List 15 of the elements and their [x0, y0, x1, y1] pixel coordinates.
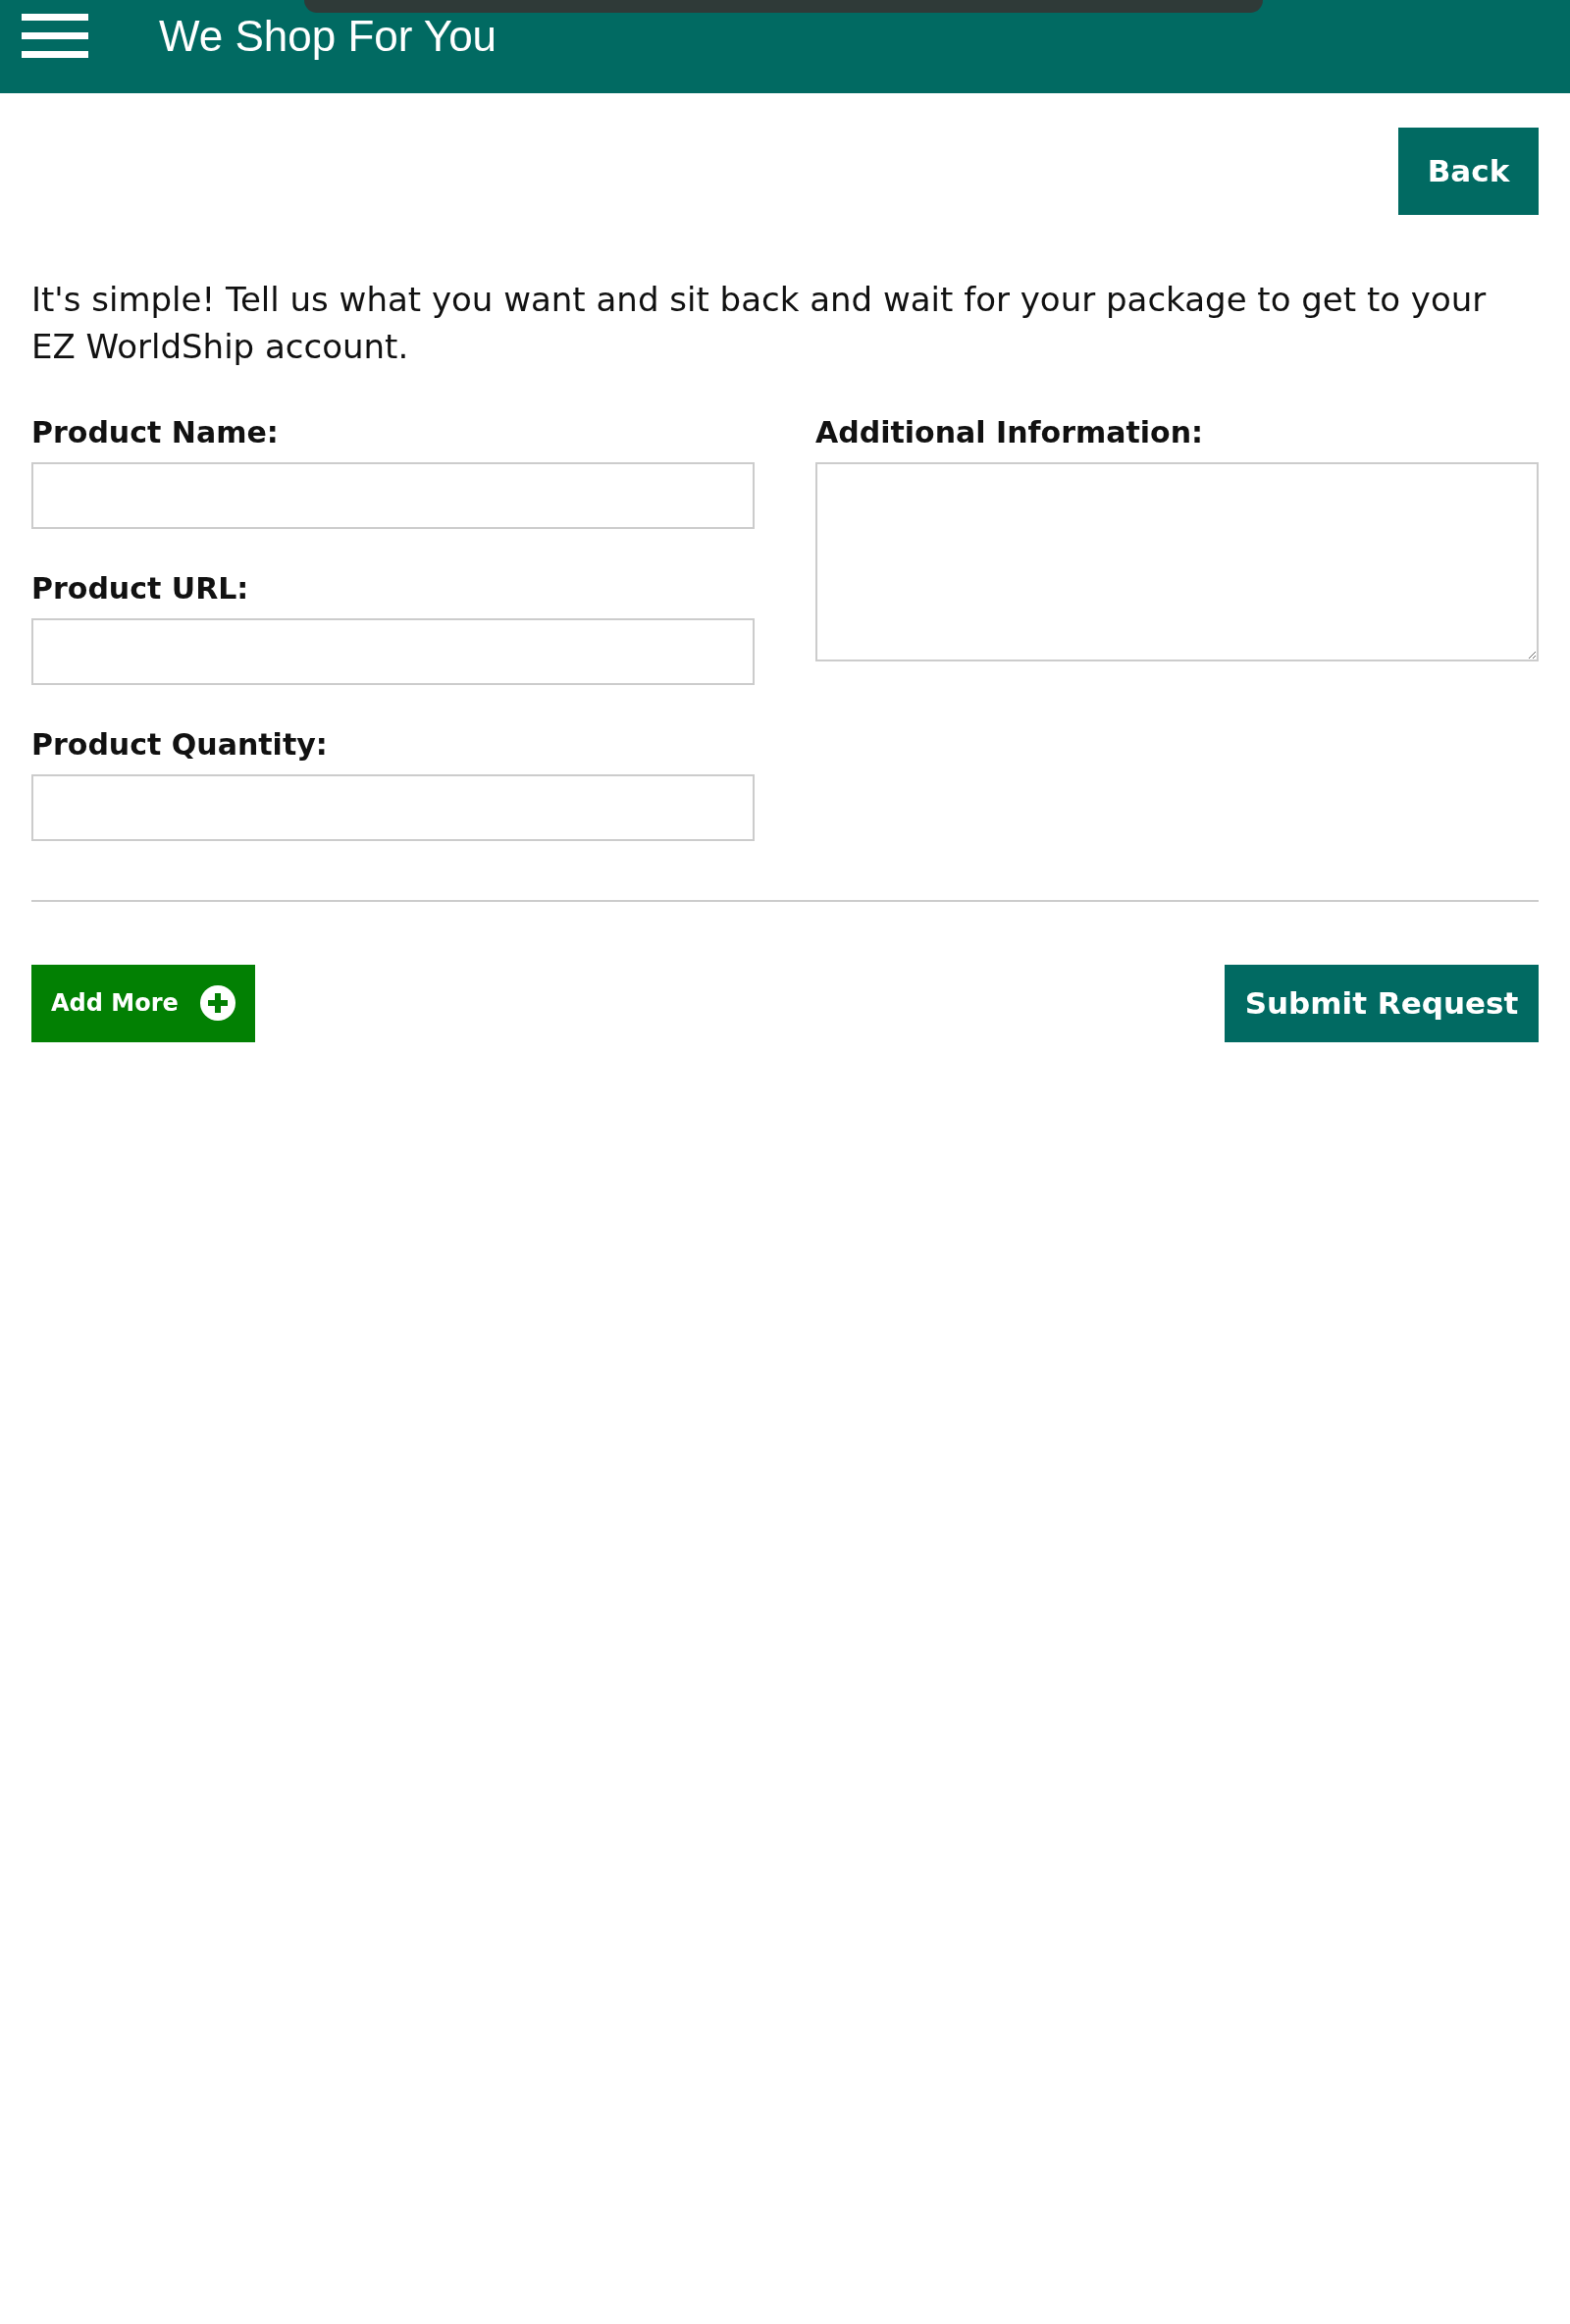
- menu-icon[interactable]: [22, 13, 88, 59]
- text-area[interactable]: [815, 461, 1539, 661]
- intro-text: It's simple! Tell us what you want and sit back and wait for your package to get to your EZ WorldShip account.: [31, 279, 1488, 369]
- app-title: We Shop For You: [159, 10, 497, 62]
- input-field[interactable]: [31, 773, 755, 841]
- field-label: Additional Information:: [815, 413, 1205, 451]
- field-label: Product URL:: [31, 569, 250, 607]
- field-label: Product Quantity:: [31, 725, 329, 764]
- field-label: Product Name:: [31, 413, 280, 451]
- submit-request-button[interactable]: Submit Request: [1225, 964, 1539, 1042]
- input-field[interactable]: [31, 617, 755, 685]
- input-field[interactable]: [31, 461, 755, 529]
- plus-circle-icon: [199, 985, 236, 1022]
- back-button[interactable]: Back: [1398, 128, 1539, 215]
- add-more-button[interactable]: Add More: [31, 964, 255, 1042]
